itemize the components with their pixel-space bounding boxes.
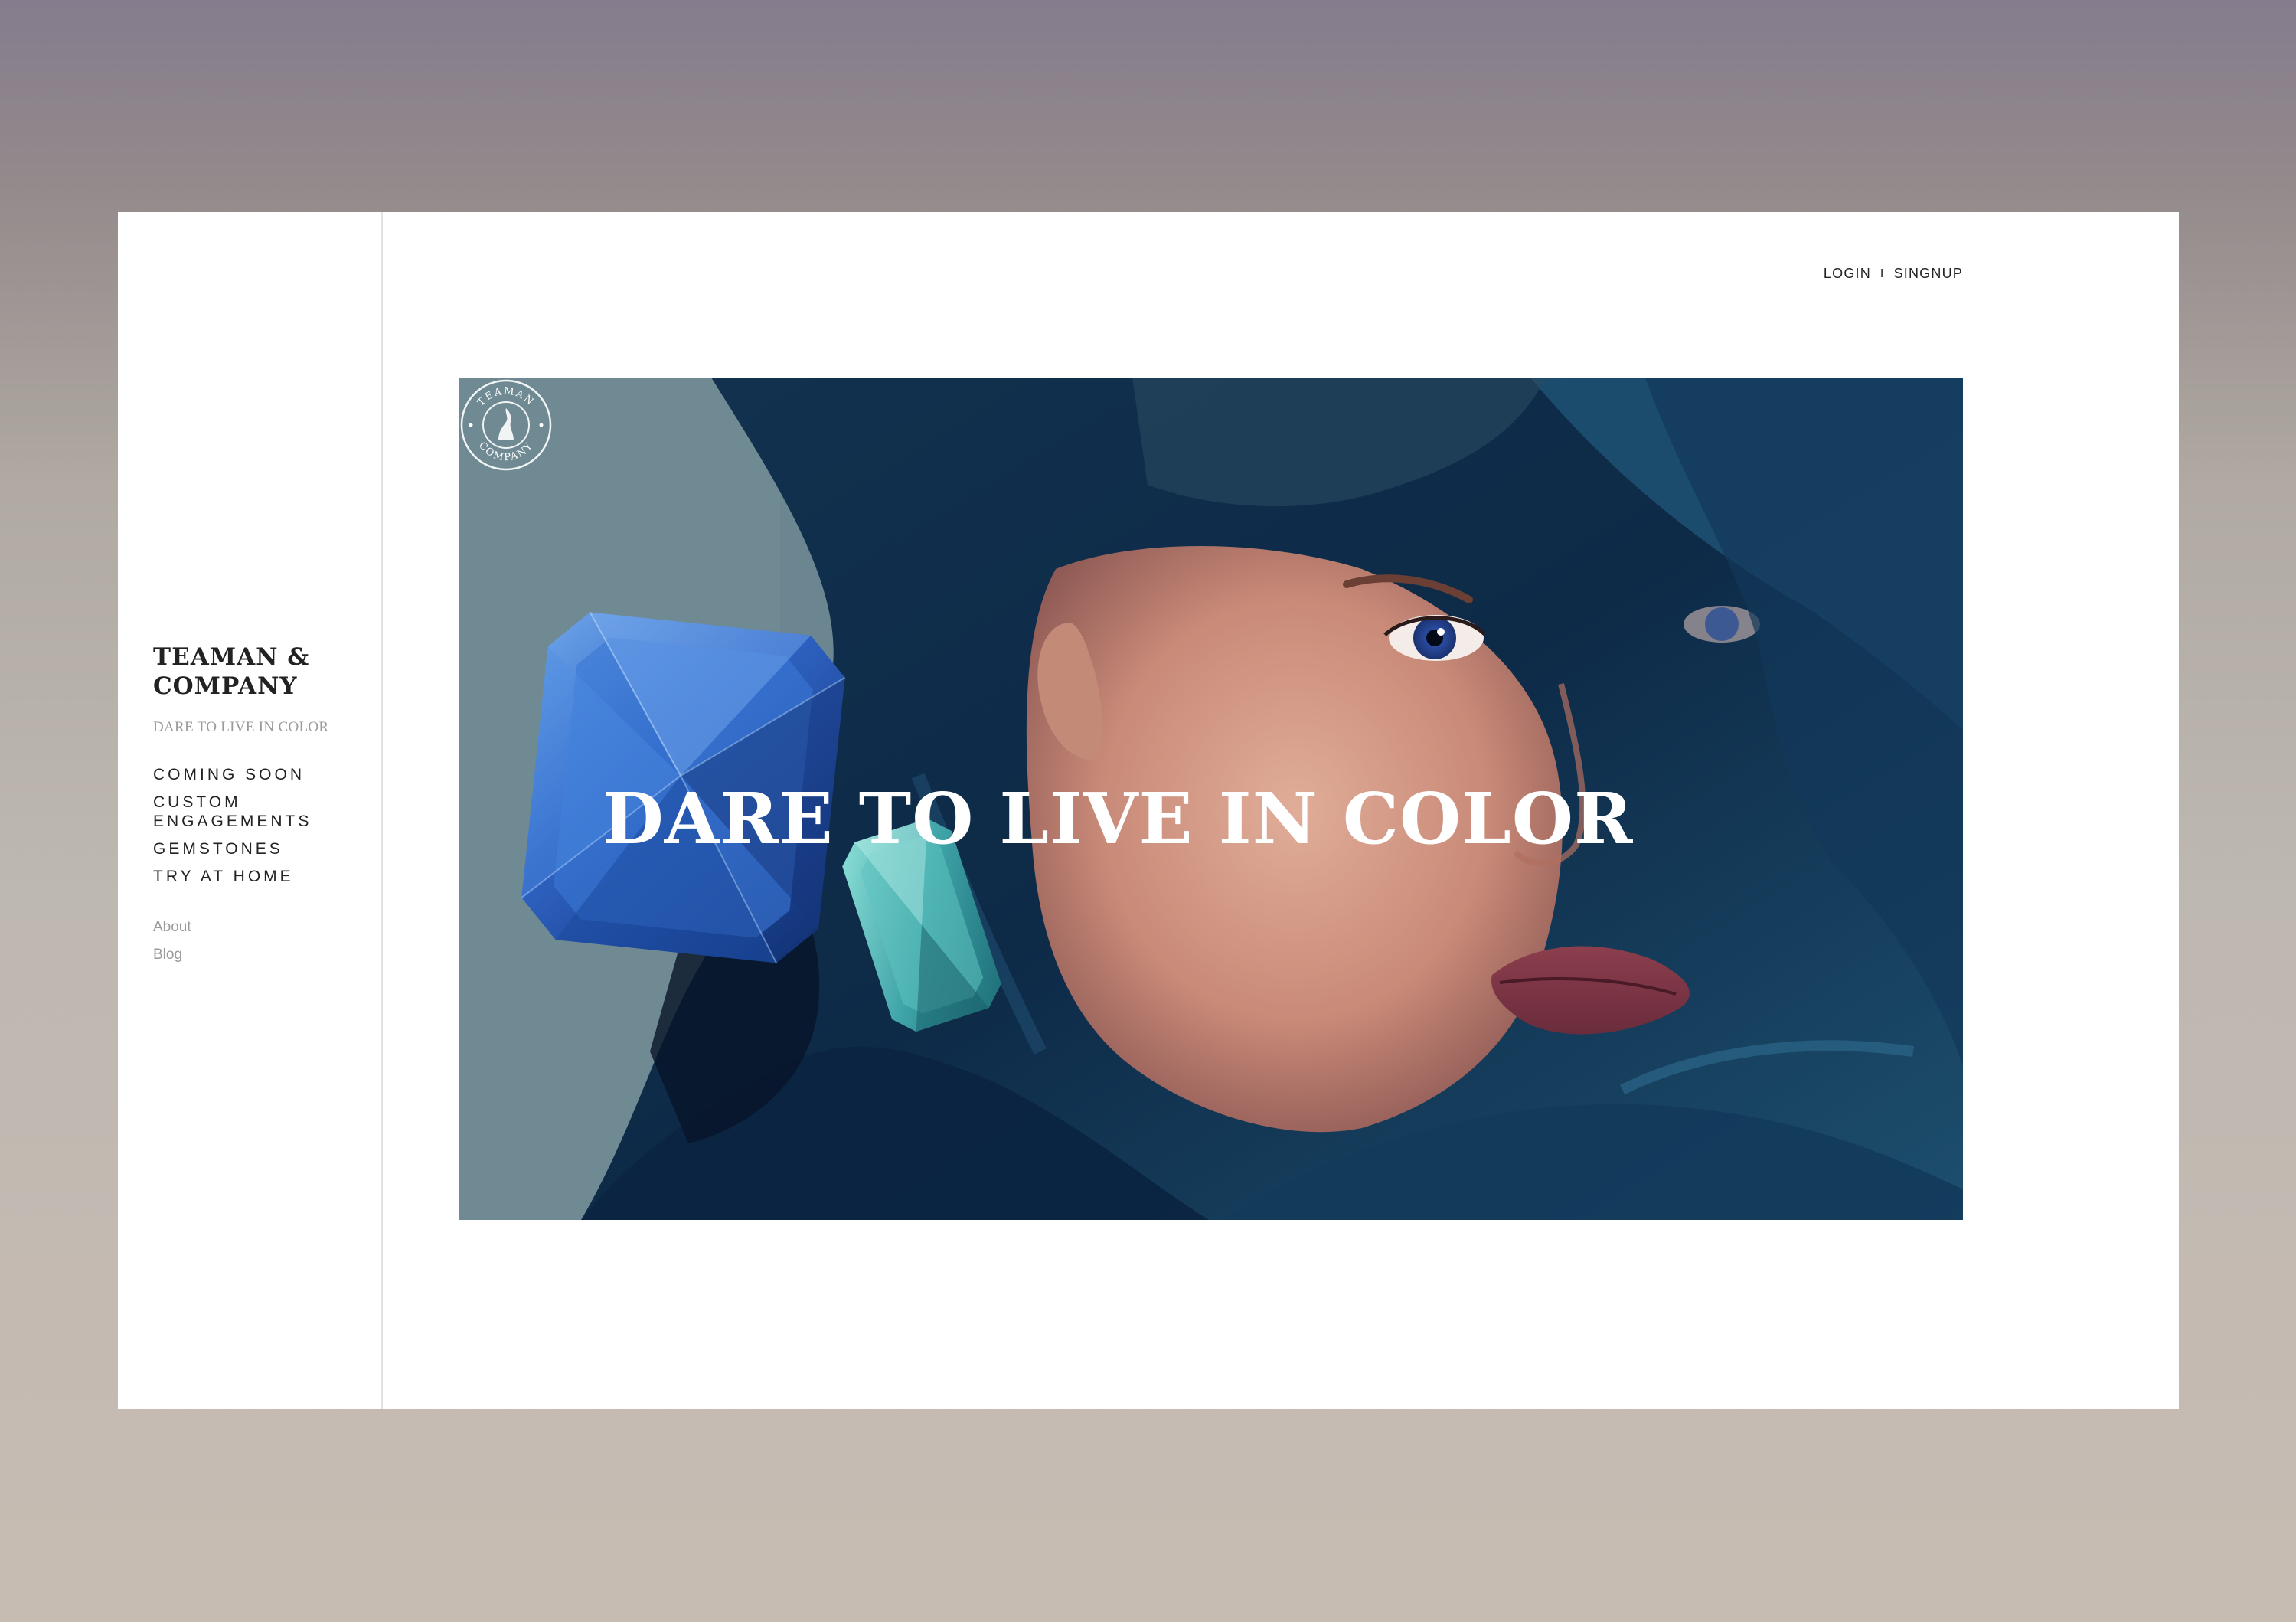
hero-banner[interactable]: DARE TO LIVE IN COLOR TEAMAN COMPANY [459, 378, 1963, 1220]
login-link[interactable]: LOGIN [1824, 266, 1871, 282]
secondary-nav: About Blog [153, 918, 375, 964]
signup-link[interactable]: SINGNUP [1894, 266, 1963, 282]
brand-seal-icon: TEAMAN COMPANY [460, 379, 552, 471]
svg-text:TEAMAN: TEAMAN [475, 385, 537, 408]
nav-item-blog[interactable]: Blog [153, 946, 375, 964]
svg-text:COMPANY: COMPANY [476, 440, 536, 463]
brand-logo-text[interactable]: TEAMAN & COMPANY [153, 643, 375, 701]
seal-top-text: TEAMAN [475, 385, 535, 408]
sidebar: TEAMAN & COMPANY DARE TO LIVE IN COLOR C… [118, 212, 383, 1409]
seal-bottom-text: COMPANY [476, 440, 534, 463]
auth-links: LOGIN I SINGNUP [1824, 266, 1963, 282]
brand-tagline: DARE TO LIVE IN COLOR [153, 719, 329, 735]
hero-headline: DARE TO LIVE IN COLOR [603, 777, 1634, 860]
primary-nav: COMING SOON CUSTOM ENGAGEMENTS GEMSTONES… [153, 765, 375, 886]
site-frame: TEAMAN & COMPANY DARE TO LIVE IN COLOR C… [118, 212, 2179, 1409]
nav-item-coming-soon[interactable]: COMING SOON [153, 765, 375, 784]
nav-item-try-at-home[interactable]: TRY AT HOME [153, 867, 375, 886]
nav-item-about[interactable]: About [153, 918, 375, 937]
nav-item-custom-engagements[interactable]: CUSTOM ENGAGEMENTS [153, 793, 329, 831]
brand-name-line2: COMPANY [153, 672, 298, 700]
nav-item-gemstones[interactable]: GEMSTONES [153, 839, 375, 858]
brand-block: TEAMAN & COMPANY DARE TO LIVE IN COLOR C… [153, 643, 375, 973]
brand-name-line1: TEAMAN & [153, 643, 310, 671]
auth-separator: I [1880, 267, 1885, 280]
